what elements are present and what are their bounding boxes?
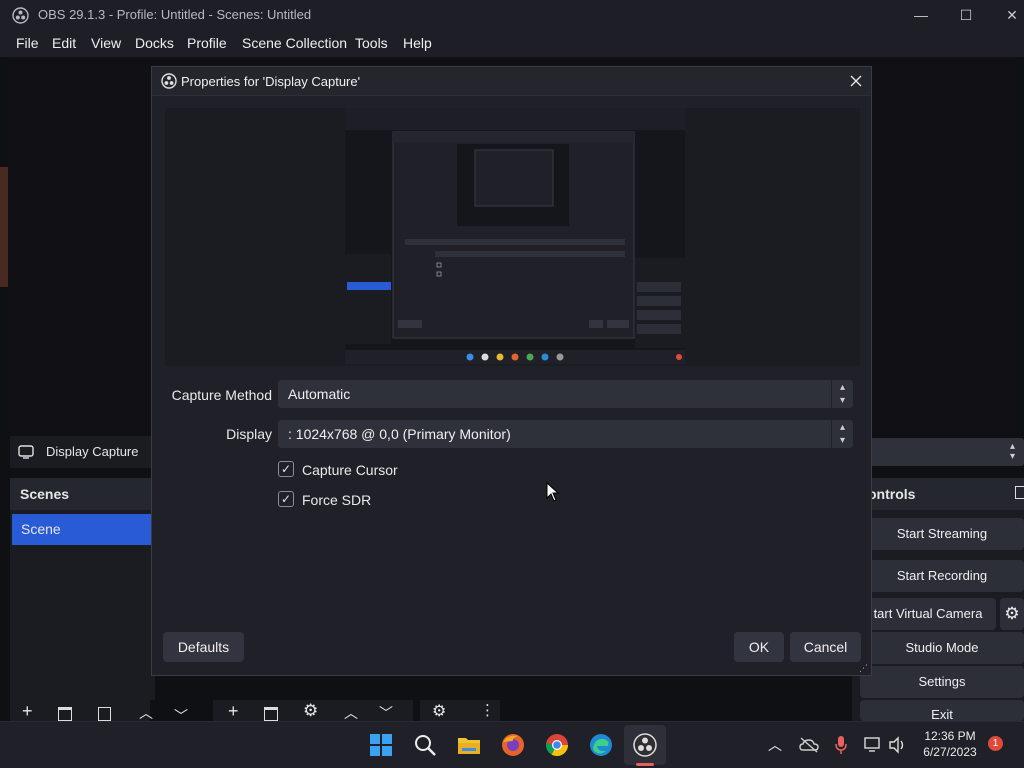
- chrome-icon[interactable]: [544, 732, 570, 758]
- add-scene-icon[interactable]: +: [22, 702, 33, 720]
- remove-source-icon[interactable]: [264, 707, 278, 721]
- cancel-button[interactable]: Cancel: [790, 632, 861, 662]
- capture-method-select[interactable]: Automatic ▴ ▾: [278, 380, 853, 408]
- resize-grip-icon[interactable]: ⋰: [859, 663, 868, 674]
- move-source-up-icon[interactable]: ︿: [344, 703, 358, 723]
- display-icon: [18, 445, 34, 459]
- maximize-button[interactable]: ☐: [955, 4, 977, 26]
- transition-select-arrows-icon: ▴ ▾: [1010, 441, 1016, 462]
- scenes-dock-header: Scenes: [10, 478, 155, 510]
- menu-file[interactable]: File: [16, 35, 39, 51]
- settings-button[interactable]: Settings: [860, 666, 1024, 698]
- scene-filters-icon[interactable]: [98, 707, 111, 721]
- windows-start-icon[interactable]: [368, 732, 394, 758]
- force-sdr-checkbox[interactable]: ✓: [278, 491, 294, 507]
- select-arrows-icon: ▴ ▾: [831, 380, 853, 408]
- defaults-button[interactable]: Defaults: [163, 632, 244, 662]
- dialog-title: Properties for 'Display Capture': [181, 74, 361, 89]
- nested-capture-thumbnail: [345, 108, 685, 364]
- capture-cursor-label: Capture Cursor: [302, 462, 398, 478]
- menu-bar: File Edit View Docks Profile Scene Colle…: [0, 31, 1024, 57]
- firefox-icon[interactable]: [500, 732, 526, 758]
- source-properties-gear-icon[interactable]: ⚙: [303, 701, 318, 721]
- dialog-title-bar: Properties for 'Display Capture': [152, 67, 871, 96]
- microphone-icon[interactable]: [834, 735, 848, 755]
- minimize-button[interactable]: —: [910, 4, 932, 26]
- active-app-indicator: [636, 763, 654, 766]
- capture-preview: [165, 108, 860, 366]
- file-explorer-icon[interactable]: [456, 732, 482, 758]
- menu-help[interactable]: Help: [403, 35, 432, 51]
- capture-method-label: Capture Method: [171, 387, 272, 403]
- audio-menu-icon[interactable]: ⋮: [480, 701, 495, 719]
- display-select[interactable]: : 1024x768 @ 0,0 (Primary Monitor) ▴ ▾: [278, 420, 853, 448]
- scene-item-label: Scene: [21, 521, 61, 537]
- onedrive-icon[interactable]: [799, 737, 819, 753]
- selected-source-label: Display Capture: [46, 444, 139, 459]
- start-streaming-button[interactable]: Start Streaming: [860, 518, 1024, 550]
- taskbar: ︿ 12:36 PM 6/27/2023 1: [0, 721, 1024, 768]
- start-virtual-camera-button[interactable]: tart Virtual Camera: [860, 598, 996, 630]
- move-source-down-icon[interactable]: ﹀: [379, 703, 393, 723]
- controls-title: ontrols: [868, 486, 916, 502]
- scenes-title: Scenes: [20, 486, 70, 502]
- menu-tools[interactable]: Tools: [355, 35, 388, 51]
- studio-mode-button[interactable]: Studio Mode: [860, 632, 1024, 664]
- window-title: OBS 29.1.3 - Profile: Untitled - Scenes:…: [38, 7, 312, 22]
- start-recording-button[interactable]: Start Recording: [860, 560, 1024, 592]
- move-scene-up-icon[interactable]: ︿: [139, 703, 153, 723]
- dock-float-icon[interactable]: [1015, 486, 1024, 499]
- menu-docks[interactable]: Docks: [135, 35, 174, 51]
- notification-badge[interactable]: 1: [988, 736, 1003, 751]
- search-icon[interactable]: [412, 732, 438, 758]
- network-icon[interactable]: [863, 736, 883, 754]
- edge-icon[interactable]: [588, 732, 614, 758]
- close-icon[interactable]: [850, 75, 862, 87]
- select-arrows-icon: ▴ ▾: [831, 420, 853, 448]
- transition-select[interactable]: ▴ ▾: [866, 438, 1024, 466]
- obs-logo-icon: [161, 73, 177, 89]
- controls-dock-header: ontrols: [866, 478, 1024, 510]
- scenes-toolbar: + ︿: [10, 700, 153, 723]
- remove-scene-icon[interactable]: [58, 707, 72, 721]
- source-toolbar: Display Capture: [10, 436, 155, 468]
- menu-view[interactable]: View: [91, 35, 121, 51]
- clock-time: 12:36 PM: [924, 729, 976, 743]
- capture-method-value: Automatic: [288, 386, 351, 402]
- exit-button[interactable]: Exit: [860, 700, 1024, 722]
- title-bar: OBS 29.1.3 - Profile: Untitled - Scenes:…: [0, 0, 1024, 31]
- close-window-button[interactable]: ✕: [1001, 4, 1023, 26]
- audio-advanced-gear-icon[interactable]: ⚙: [432, 701, 446, 721]
- mouse-cursor-icon: [546, 482, 559, 502]
- display-value: : 1024x768 @ 0,0 (Primary Monitor): [288, 426, 511, 442]
- volume-icon[interactable]: [888, 736, 906, 754]
- ok-button[interactable]: OK: [734, 632, 784, 662]
- virtual-camera-gear-icon[interactable]: ⚙: [1000, 598, 1024, 630]
- clock-date: 6/27/2023: [923, 745, 977, 759]
- menu-edit[interactable]: Edit: [52, 35, 76, 51]
- preview-edge: [0, 167, 8, 287]
- menu-scene-collection[interactable]: Scene Collection: [242, 35, 347, 51]
- obs-logo-icon: [12, 7, 29, 24]
- obs-icon[interactable]: [632, 732, 658, 758]
- sources-toolbar: + ⚙ ︿ ﹀: [213, 700, 413, 721]
- scene-item[interactable]: Scene: [12, 514, 153, 545]
- audio-toolbar: ⚙ ⋮: [420, 700, 500, 721]
- force-sdr-label: Force SDR: [302, 492, 372, 508]
- menu-profile[interactable]: Profile: [187, 35, 227, 51]
- properties-dialog: Properties for 'Display Capture' Capture…: [151, 66, 872, 676]
- add-source-icon[interactable]: +: [228, 702, 239, 720]
- capture-cursor-checkbox[interactable]: ✓: [278, 461, 294, 477]
- system-clock[interactable]: 12:36 PM 6/27/2023: [915, 728, 985, 760]
- display-label: Display: [226, 426, 272, 442]
- chevron-up-icon[interactable]: ︿: [768, 735, 782, 755]
